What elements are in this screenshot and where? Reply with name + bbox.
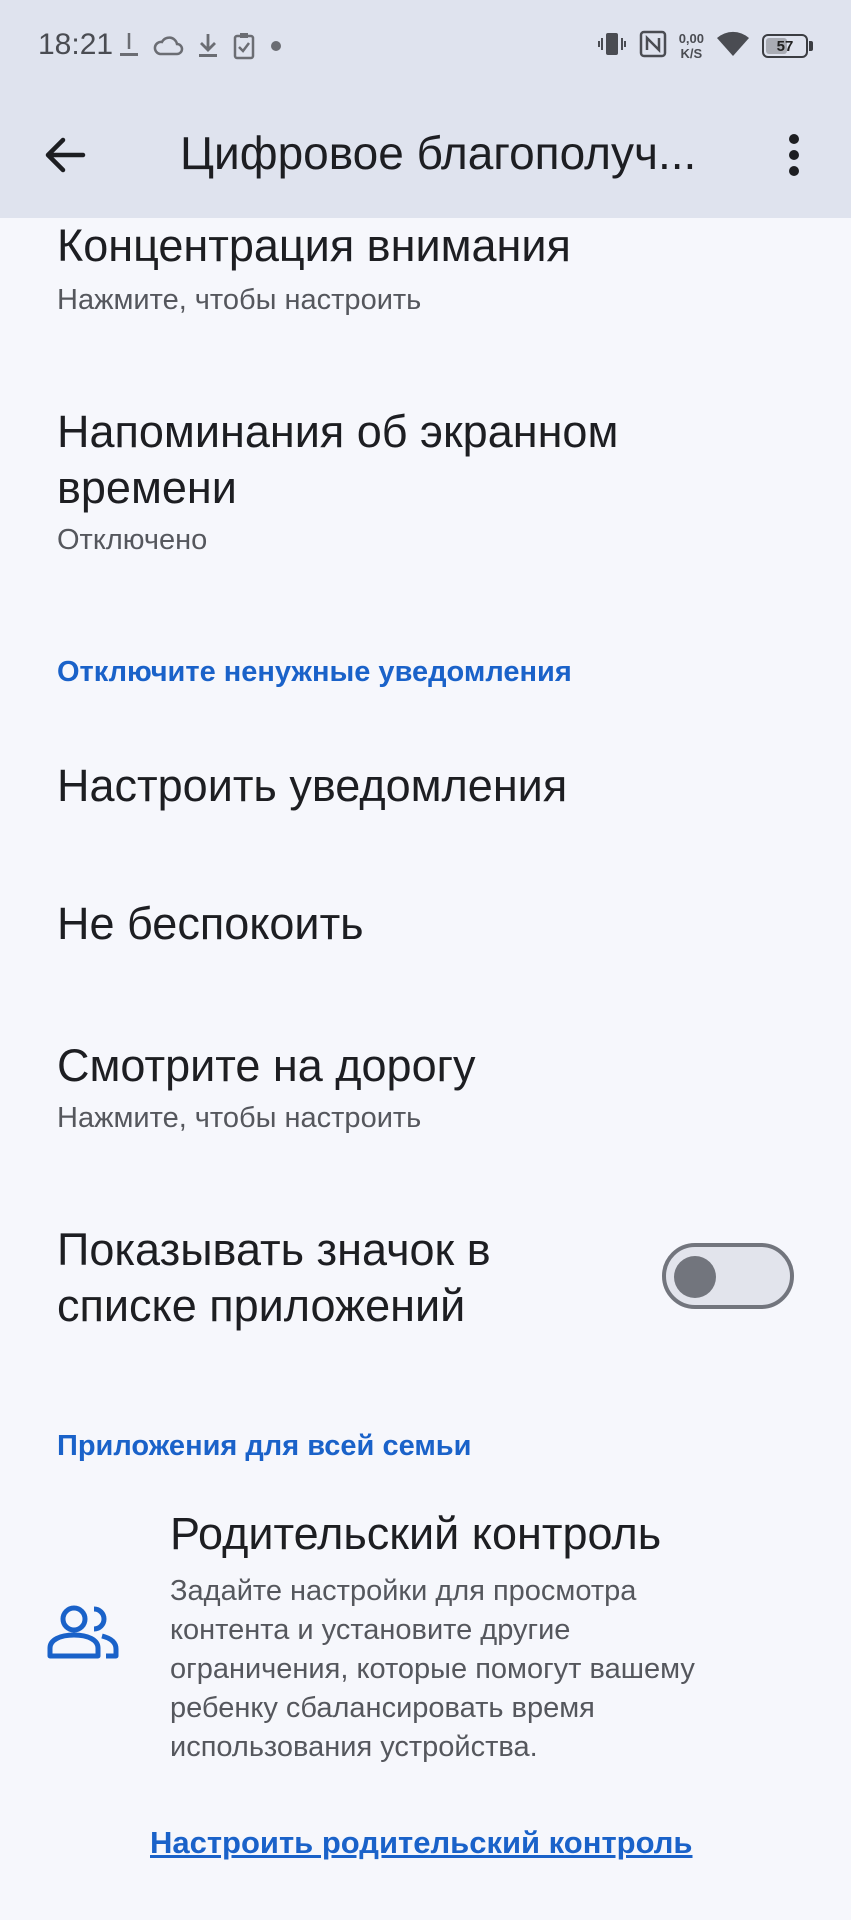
do-not-disturb-title: Не беспокоить xyxy=(57,898,364,949)
download-icon xyxy=(196,31,220,61)
toggle-knob xyxy=(674,1256,716,1298)
setup-parental-controls-link[interactable]: Настроить родительский контроль xyxy=(150,1825,693,1861)
battery-level: 57 xyxy=(776,37,794,55)
heads-up-subtitle: Нажмите, чтобы настроить xyxy=(57,1102,422,1134)
focus-mode-subtitle: Нажмите, чтобы настроить xyxy=(57,284,422,316)
heads-up-title: Смотрите на дорогу xyxy=(57,1040,476,1091)
description-line: Задайте настройки для просмотра xyxy=(170,1575,637,1607)
more-vert-icon xyxy=(789,134,799,176)
notification-icons xyxy=(118,30,284,62)
network-speed-unit: K/S xyxy=(680,46,703,61)
description-line: контента и установите другие xyxy=(170,1614,571,1646)
focus-mode-title: Концентрация внимания xyxy=(57,220,571,271)
battery-indicator: 57 xyxy=(762,34,813,58)
screen-time-title-line1: Напоминания об экранном xyxy=(57,406,619,457)
status-bar: 18:21 0,00 K/S 57 xyxy=(0,0,851,92)
system-status-icons: 0,00 K/S 57 xyxy=(597,26,813,66)
upload-pending-icon xyxy=(118,31,140,61)
description-line: ограничения, которые помогут вашему xyxy=(170,1653,695,1685)
more-options-button[interactable] xyxy=(759,120,829,190)
family-icon xyxy=(46,1604,120,1665)
section-header-notifications: Отключите ненужные уведомления xyxy=(57,656,572,688)
section-header-family: Приложения для всей семьи xyxy=(57,1430,472,1462)
vibrate-icon xyxy=(597,29,627,64)
more-notifications-dot-icon xyxy=(268,38,284,54)
status-time: 18:21 xyxy=(38,28,114,61)
clipboard-check-icon xyxy=(232,31,256,61)
parental-controls-title: Родительский контроль xyxy=(170,1508,662,1559)
screen-time-subtitle: Отключено xyxy=(57,524,208,556)
nfc-icon xyxy=(639,30,667,63)
manage-notifications-title: Настроить уведомления xyxy=(57,760,568,811)
show-icon-title-line1: Показывать значок в xyxy=(57,1224,491,1275)
page-title: Цифровое благополуч... xyxy=(180,127,697,179)
description-line: использования устройства. xyxy=(170,1731,538,1763)
battery-tip xyxy=(809,41,813,51)
screen-time-title-line2: времени xyxy=(57,462,237,513)
description-line: ребенку сбалансировать время xyxy=(170,1692,595,1724)
battery-icon: 57 xyxy=(762,34,808,58)
parental-controls-description: Задайте настройки для просмотра контента… xyxy=(170,1572,790,1767)
app-bar: Цифровое благополуч... xyxy=(0,92,851,218)
show-icon-title-line2: списке приложений xyxy=(57,1280,466,1331)
network-speed: 0,00 K/S xyxy=(679,31,704,61)
arrow-back-icon xyxy=(45,137,86,173)
show-icon-toggle[interactable] xyxy=(662,1243,794,1309)
network-speed-value: 0,00 xyxy=(678,31,704,46)
wifi-icon xyxy=(716,30,750,63)
back-button[interactable] xyxy=(30,120,100,190)
cloud-icon xyxy=(152,34,184,58)
